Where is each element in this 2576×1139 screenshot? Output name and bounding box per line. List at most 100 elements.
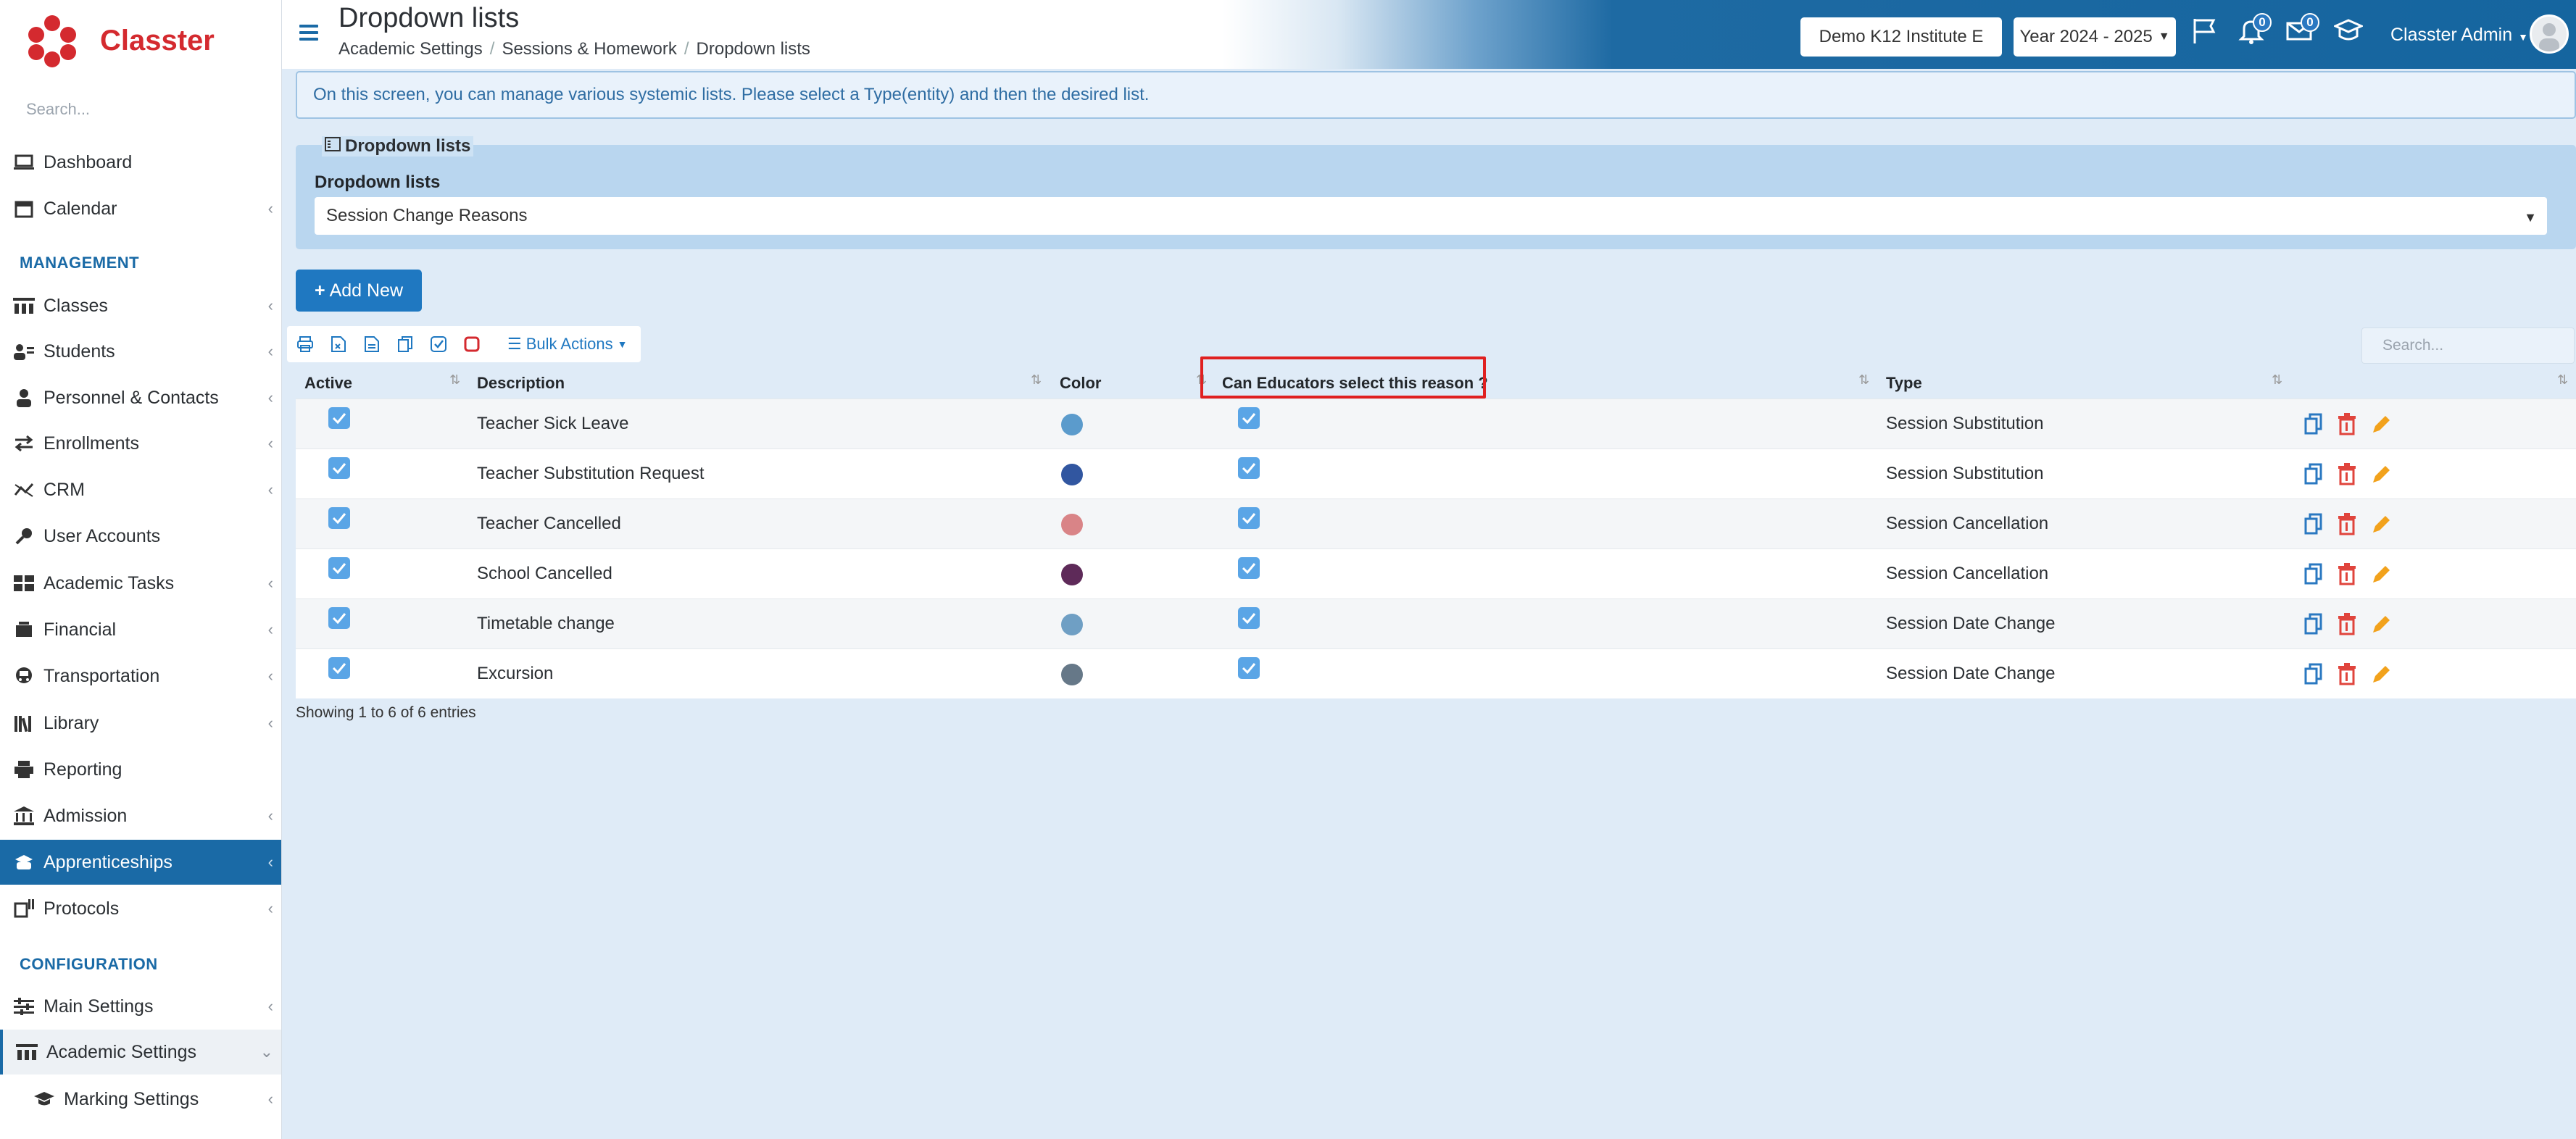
chevron-left-icon: ‹ bbox=[267, 296, 273, 314]
sidebar-item-classes[interactable]: Classes ‹ bbox=[0, 283, 281, 328]
sidebar-item-label: Personnel & Contacts bbox=[43, 387, 219, 408]
description-cell: Excursion bbox=[477, 664, 554, 683]
sidebar-item-personnel[interactable]: Personnel & Contacts ‹ bbox=[0, 375, 281, 420]
sidebar-item-dashboard[interactable]: Dashboard bbox=[0, 140, 281, 185]
active-checkbox[interactable] bbox=[328, 407, 350, 429]
dropdown-lists-select[interactable]: Session Change Reasons ▼ bbox=[315, 197, 2547, 235]
sidebar-item-label: Academic Settings bbox=[46, 1041, 197, 1062]
table-search-input[interactable]: Search... bbox=[2361, 327, 2575, 364]
sidebar-item-label: Calendar bbox=[43, 198, 117, 219]
type-cell: Session Cancellation bbox=[1886, 514, 2049, 533]
column-header-type[interactable]: Type bbox=[1886, 374, 1922, 393]
active-checkbox[interactable] bbox=[328, 607, 350, 629]
personnel-icon bbox=[12, 388, 36, 408]
column-header-color[interactable]: Color bbox=[1060, 374, 1101, 393]
chevron-left-icon: ‹ bbox=[267, 388, 273, 406]
sidebar-item-admission[interactable]: Admission ‹ bbox=[0, 793, 281, 838]
bell-icon[interactable]: 0 bbox=[2237, 13, 2272, 48]
copy-icon[interactable] bbox=[2303, 612, 2324, 635]
sidebar-item-transportation[interactable]: Transportation ‹ bbox=[0, 654, 281, 698]
add-new-button[interactable]: + Add New bbox=[296, 270, 422, 312]
educators-checkbox[interactable] bbox=[1238, 457, 1260, 479]
sidebar-item-label: Admission bbox=[43, 805, 128, 826]
sort-icon[interactable]: ⇅ bbox=[449, 372, 460, 388]
sidebar-item-protocols[interactable]: Protocols ‹ bbox=[0, 886, 281, 931]
institute-selector[interactable]: Demo K12 Institute E bbox=[1800, 17, 2002, 57]
trash-icon[interactable] bbox=[2337, 662, 2357, 685]
highlight-box bbox=[1200, 356, 1486, 399]
column-header-description[interactable]: Description bbox=[477, 374, 565, 393]
color-swatch bbox=[1061, 614, 1083, 635]
educators-checkbox[interactable] bbox=[1238, 607, 1260, 629]
export-excel-icon[interactable] bbox=[328, 333, 349, 355]
breadcrumb-item[interactable]: Academic Settings bbox=[338, 39, 483, 59]
active-checkbox[interactable] bbox=[328, 457, 350, 479]
pencil-icon[interactable] bbox=[2370, 512, 2390, 535]
sidebar-item-library[interactable]: Library ‹ bbox=[0, 701, 281, 746]
copy-icon[interactable] bbox=[2303, 562, 2324, 585]
trash-icon[interactable] bbox=[2337, 412, 2357, 435]
column-header-active[interactable]: Active bbox=[304, 374, 352, 393]
copy-icon[interactable] bbox=[2303, 462, 2324, 485]
exchange-icon bbox=[12, 433, 36, 454]
educators-checkbox[interactable] bbox=[1238, 507, 1260, 529]
export-pdf-icon[interactable] bbox=[361, 333, 383, 355]
sidebar-item-financial[interactable]: Financial ‹ bbox=[0, 607, 281, 652]
sidebar-item-academic-tasks[interactable]: Academic Tasks ‹ bbox=[0, 561, 281, 606]
brand-logo[interactable]: Classter bbox=[26, 10, 273, 71]
sidebar-item-academic-settings[interactable]: Academic Settings ⌄ bbox=[0, 1030, 281, 1075]
sidebar-item-calendar[interactable]: Calendar ‹ bbox=[0, 186, 281, 231]
active-checkbox[interactable] bbox=[328, 557, 350, 579]
trash-icon[interactable] bbox=[2337, 462, 2357, 485]
active-checkbox[interactable] bbox=[328, 657, 350, 679]
graduation-cap-icon bbox=[32, 1089, 57, 1109]
pencil-icon[interactable] bbox=[2370, 612, 2390, 635]
caret-down-icon: ▼ bbox=[2524, 210, 2537, 225]
menu-toggle-icon[interactable] bbox=[299, 25, 318, 42]
sidebar-item-marking-settings[interactable]: Marking Settings ‹ bbox=[0, 1077, 281, 1122]
trash-icon[interactable] bbox=[2337, 562, 2357, 585]
sidebar-item-enrollments[interactable]: Enrollments ‹ bbox=[0, 421, 281, 466]
deselect-all-icon[interactable] bbox=[461, 333, 483, 355]
educators-checkbox[interactable] bbox=[1238, 407, 1260, 429]
bulk-actions-button[interactable]: ☰ Bulk Actions ▼ bbox=[507, 335, 627, 354]
educators-checkbox[interactable] bbox=[1238, 557, 1260, 579]
envelope-icon[interactable]: 0 bbox=[2285, 13, 2319, 48]
description-cell: Teacher Cancelled bbox=[477, 514, 621, 533]
avatar[interactable] bbox=[2530, 14, 2569, 54]
sort-icon[interactable]: ⇅ bbox=[1858, 372, 1869, 388]
flag-icon[interactable] bbox=[2190, 16, 2222, 48]
year-selector[interactable]: Year 2024 - 2025 ▼ bbox=[2014, 17, 2176, 57]
trash-icon[interactable] bbox=[2337, 612, 2357, 635]
sort-icon[interactable]: ⇅ bbox=[2557, 372, 2568, 388]
sidebar-item-students[interactable]: Students ‹ bbox=[0, 329, 281, 374]
sort-icon[interactable]: ⇅ bbox=[2272, 372, 2282, 388]
trash-icon[interactable] bbox=[2337, 512, 2357, 535]
copy-icon[interactable] bbox=[2303, 662, 2324, 685]
sort-icon[interactable]: ⇅ bbox=[1031, 372, 1042, 388]
active-checkbox[interactable] bbox=[328, 507, 350, 529]
print-icon[interactable] bbox=[294, 333, 316, 355]
user-menu[interactable]: Classter Admin ▼ bbox=[2390, 25, 2528, 46]
pencil-icon[interactable] bbox=[2370, 562, 2390, 585]
sidebar-item-user-accounts[interactable]: User Accounts bbox=[0, 514, 281, 559]
select-all-icon[interactable] bbox=[428, 333, 449, 355]
copy-icon[interactable] bbox=[2303, 512, 2324, 535]
color-swatch bbox=[1061, 464, 1083, 485]
sidebar-item-crm[interactable]: CRM ‹ bbox=[0, 467, 281, 512]
color-swatch bbox=[1061, 414, 1083, 435]
breadcrumb-item[interactable]: Sessions & Homework bbox=[502, 39, 676, 59]
pencil-icon[interactable] bbox=[2370, 662, 2390, 685]
sidebar-item-apprenticeships[interactable]: Apprenticeships ‹ bbox=[0, 840, 281, 885]
copy-icon[interactable] bbox=[2303, 412, 2324, 435]
educators-checkbox[interactable] bbox=[1238, 657, 1260, 679]
copy-icon[interactable] bbox=[394, 333, 416, 355]
sidebar-item-reporting[interactable]: Reporting bbox=[0, 747, 281, 792]
sidebar-item-main-settings[interactable]: Main Settings ‹ bbox=[0, 984, 281, 1029]
pencil-icon[interactable] bbox=[2370, 462, 2390, 485]
sidebar-search-input[interactable]: Search... bbox=[26, 100, 90, 119]
pencil-icon[interactable] bbox=[2370, 412, 2390, 435]
info-message: On this screen, you can manage various s… bbox=[296, 71, 2576, 119]
crm-icon bbox=[12, 480, 36, 500]
graduation-hat-icon[interactable] bbox=[2332, 16, 2366, 48]
